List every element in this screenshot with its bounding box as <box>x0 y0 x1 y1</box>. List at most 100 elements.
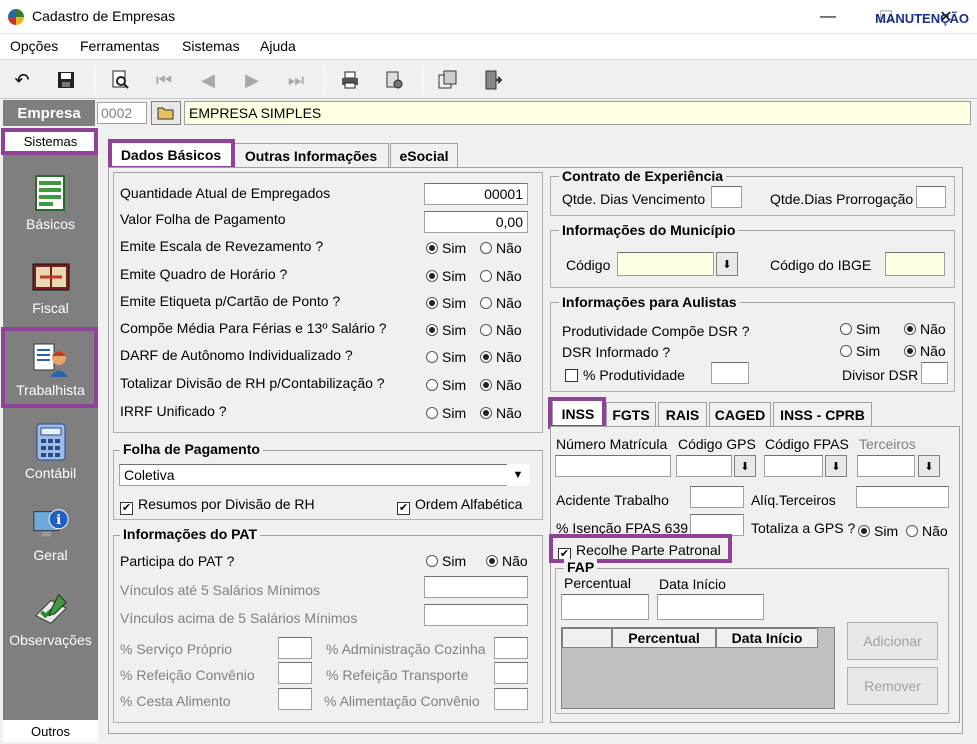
documents-icon[interactable] <box>434 66 462 94</box>
alimentacao-convenio-input[interactable] <box>494 688 528 710</box>
codigo-ibge-input[interactable] <box>885 252 945 276</box>
open-folder-icon[interactable] <box>151 101 181 125</box>
radio-nao[interactable]: Não <box>904 343 946 359</box>
fap-data-inicio-input[interactable] <box>657 594 764 620</box>
radio-nao[interactable]: Não <box>480 349 522 365</box>
codigo-fpas-input[interactable] <box>764 455 823 477</box>
subtab-inss-cprb[interactable]: INSS - CPRB <box>773 402 872 426</box>
qtd-empregados-input[interactable]: 00001 <box>424 183 528 205</box>
print-preview-icon[interactable] <box>106 66 134 94</box>
radio-nao[interactable]: Não <box>906 523 948 539</box>
subtab-rais[interactable]: RAIS <box>658 402 707 426</box>
download-arrow-icon[interactable]: ⬇ <box>825 455 847 477</box>
radio-nao[interactable]: Não <box>480 377 522 393</box>
minimize-button[interactable]: — <box>808 4 848 30</box>
vinculos-acima-5sm-input[interactable] <box>424 604 528 626</box>
print-icon[interactable] <box>336 66 364 94</box>
menu-opcoes[interactable]: Opções <box>10 38 58 54</box>
valor-folha-input[interactable]: 0,00 <box>424 211 528 233</box>
terceiros-input[interactable] <box>857 455 915 477</box>
first-record-icon[interactable]: ⏮ <box>150 66 178 94</box>
download-arrow-icon[interactable]: ⬇ <box>918 455 940 477</box>
grid-col-data-inicio[interactable]: Data Início <box>716 628 818 648</box>
undo-icon[interactable]: ↶ <box>8 66 36 94</box>
empresa-code-field[interactable]: 0002 <box>97 102 147 124</box>
tab-outras-informacoes[interactable]: Outras Informações <box>233 143 389 167</box>
vinculos-5sm-input[interactable] <box>424 576 528 598</box>
sidebar-item-basicos[interactable]: Básicos <box>3 174 98 254</box>
exit-door-icon[interactable] <box>478 66 506 94</box>
radio-sim[interactable]: Sim <box>840 343 880 359</box>
sidebar-item-contabil[interactable]: Contábil <box>3 423 98 503</box>
percentual-produtividade-input[interactable] <box>711 362 749 384</box>
radio-sim[interactable]: Sim <box>426 553 466 569</box>
codigo-gps-input[interactable] <box>676 455 732 477</box>
radio-label: Não <box>496 405 522 421</box>
next-record-icon[interactable]: ▶ <box>238 66 266 94</box>
radio-sim[interactable]: Sim <box>426 322 466 338</box>
dias-vencimento-input[interactable] <box>711 186 742 208</box>
produtividade-dsr-label: Produtividade Compõe DSR ? <box>562 323 750 339</box>
report-settings-icon[interactable] <box>380 66 408 94</box>
menu-sistemas[interactable]: Sistemas <box>182 38 240 54</box>
folha-tipo-select[interactable]: Coletiva <box>119 464 529 486</box>
last-record-icon[interactable]: ⏭ <box>282 66 310 94</box>
servico-proprio-input[interactable] <box>278 637 312 659</box>
subtab-fgts[interactable]: FGTS <box>606 402 656 426</box>
sidebar-header-sistemas[interactable]: Sistemas <box>3 130 98 153</box>
subtab-caged[interactable]: CAGED <box>709 402 771 426</box>
refeicao-transporte-input[interactable] <box>494 662 528 684</box>
fap-percentual-input[interactable] <box>561 594 649 620</box>
sidebar-item-fiscal[interactable]: Fiscal <box>3 258 98 338</box>
grid-col-percentual[interactable]: Percentual <box>612 628 716 648</box>
resumos-divisao-checkbox[interactable]: ✔ Resumos por Divisão de RH <box>120 496 315 515</box>
radio-sim[interactable]: Sim <box>840 321 880 337</box>
empresa-name-field[interactable]: EMPRESA SIMPLES <box>184 101 971 125</box>
subtab-inss[interactable]: INSS <box>552 400 604 426</box>
sidebar-footer-outros[interactable]: Outros <box>3 720 98 742</box>
chevron-down-icon[interactable]: ▼ <box>507 464 529 486</box>
menu-ajuda[interactable]: Ajuda <box>260 38 296 54</box>
radio-nao[interactable]: Não <box>480 295 522 311</box>
radio-nao[interactable]: Não <box>486 553 528 569</box>
ordem-alfabetica-checkbox[interactable]: ✔ Ordem Alfabética <box>397 496 522 515</box>
tab-esocial[interactable]: eSocial <box>390 143 458 167</box>
radio-nao[interactable]: Não <box>904 321 946 337</box>
remover-button[interactable]: Remover <box>847 667 938 705</box>
radio-sim[interactable]: Sim <box>858 523 898 539</box>
download-arrow-icon[interactable]: ⬇ <box>734 455 756 477</box>
checkbox-checked: ✔ <box>397 502 410 515</box>
adicionar-button[interactable]: Adicionar <box>847 622 938 660</box>
numero-matricula-input[interactable] <box>555 455 671 477</box>
acidente-trabalho-input[interactable] <box>690 486 744 508</box>
sidebar-item-observacoes[interactable]: Observações <box>3 590 98 670</box>
tab-dados-basicos[interactable]: Dados Básicos <box>110 141 232 168</box>
radio-sim[interactable]: Sim <box>426 405 466 421</box>
sidebar-item-trabalhista[interactable]: Trabalhista <box>3 340 98 420</box>
radio-sim[interactable]: Sim <box>426 377 466 393</box>
download-arrow-icon[interactable]: ⬇ <box>716 252 738 276</box>
menu-ferramentas[interactable]: Ferramentas <box>80 38 159 54</box>
cesta-alimento-input[interactable] <box>278 688 312 710</box>
radio-nao[interactable]: Não <box>480 240 522 256</box>
radio-sim[interactable]: Sim <box>426 268 466 284</box>
administracao-cozinha-input[interactable] <box>494 637 528 659</box>
previous-record-icon[interactable]: ◀ <box>194 66 222 94</box>
divisor-dsr-input[interactable] <box>921 362 948 384</box>
radio-sim[interactable]: Sim <box>426 295 466 311</box>
sidebar-item-geral[interactable]: i Geral <box>3 505 98 585</box>
divisor-dsr-label: Divisor DSR <box>842 367 919 383</box>
radio-nao[interactable]: Não <box>480 322 522 338</box>
percentual-produtividade-checkbox[interactable]: % Produtividade <box>565 367 685 383</box>
radio-nao[interactable]: Não <box>480 405 522 421</box>
save-icon[interactable] <box>52 66 80 94</box>
codigo-municipio-input[interactable] <box>617 252 714 276</box>
radio-sim[interactable]: Sim <box>426 349 466 365</box>
refeicao-convenio-input[interactable] <box>278 662 312 684</box>
aliq-terceiros-input[interactable] <box>856 486 949 508</box>
radio-nao[interactable]: Não <box>480 268 522 284</box>
radio-sim[interactable]: Sim <box>426 240 466 256</box>
question-darf-autonomo: DARF de Autônomo Individualizado ? <box>120 347 353 363</box>
isencao-fpas-input[interactable] <box>690 514 744 536</box>
dias-prorrogacao-input[interactable] <box>916 186 946 208</box>
